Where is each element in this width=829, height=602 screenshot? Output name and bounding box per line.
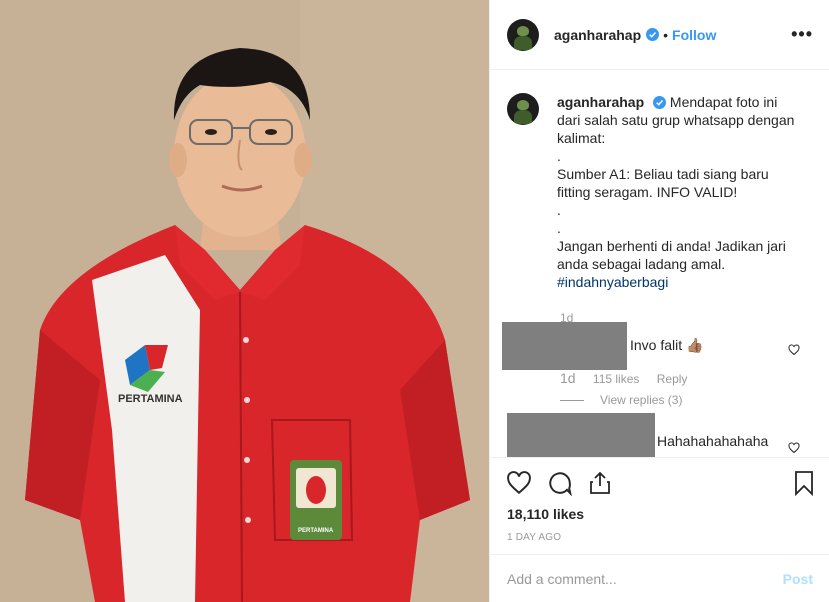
caption-line: .	[557, 148, 561, 164]
post-photo[interactable]: PERTAMINA PERTAMINA	[0, 0, 489, 602]
header-separator: •	[663, 26, 669, 43]
caption-hashtag[interactable]: #indahnyaberbagi	[557, 273, 805, 291]
caption-line: kalimat:	[557, 130, 606, 146]
caption-body: aganharahap Mendapat foto ini dari salah…	[557, 93, 805, 291]
caption-line: dari salah satu grup whatsapp dengan	[557, 112, 795, 128]
comment-meta: 1d 115 likes Reply	[560, 370, 687, 386]
caption-line: Mendapat foto ini	[669, 94, 778, 110]
post-caption: aganharahap Mendapat foto ini dari salah…	[490, 71, 829, 291]
caption-line: fitting seragam. INFO VALID!	[557, 184, 738, 200]
heart-icon[interactable]	[506, 470, 532, 496]
avatar[interactable]	[507, 18, 539, 51]
comment-text: Hahahahahahaha	[657, 433, 769, 449]
add-comment-bar: Post	[490, 554, 829, 602]
shirt-logo-text: PERTAMINA	[118, 393, 183, 405]
caption-line: .	[557, 220, 561, 236]
redacted-avatar-username	[507, 413, 655, 457]
view-replies-label: View replies (3)	[600, 393, 683, 407]
caption-line: Jangan berhenti di anda! Jadikan jari	[557, 238, 786, 254]
comment-like-heart-icon[interactable]	[788, 442, 800, 454]
comment-text: Invo falit 👍🏽	[630, 337, 704, 353]
caption-line: Sumber A1: Beliau tadi siang baru	[557, 166, 769, 182]
post-side-panel: aganharahap • Follow ••• aganharahap Men…	[489, 0, 829, 602]
patch-text: PERTAMINA	[298, 528, 334, 534]
follow-button[interactable]: Follow	[672, 27, 716, 43]
comment-likes[interactable]: 115 likes	[593, 372, 639, 386]
view-replies-dash	[560, 400, 584, 402]
comment-like-heart-icon[interactable]	[788, 344, 800, 356]
verified-badge-icon	[646, 28, 660, 41]
post-date[interactable]: 1 DAY AGO	[507, 532, 561, 543]
action-icons	[506, 470, 815, 498]
comment-icon[interactable]	[547, 470, 573, 496]
verified-badge-icon	[653, 96, 667, 109]
header-username[interactable]: aganharahap	[554, 27, 641, 43]
caption-line: .	[557, 202, 561, 218]
caption-avatar[interactable]	[507, 93, 539, 125]
comment-input[interactable]	[507, 571, 783, 587]
likes-count[interactable]: 18,110 likes	[507, 506, 584, 522]
post-comment-button[interactable]: Post	[783, 571, 813, 587]
redacted-avatar-username	[502, 322, 627, 370]
comment-timestamp[interactable]: 1d	[560, 370, 576, 386]
caption-username[interactable]: aganharahap	[557, 94, 644, 110]
photo-illustration: PERTAMINA PERTAMINA	[0, 0, 489, 602]
bookmark-icon[interactable]	[793, 470, 815, 496]
comment-reply-button[interactable]: Reply	[657, 372, 688, 386]
comments-section[interactable]: aganharahap Mendapat foto ini dari salah…	[490, 71, 829, 457]
view-replies-button[interactable]: View replies (3)	[560, 393, 682, 407]
post-actions: 18,110 likes 1 DAY AGO Post	[490, 457, 829, 602]
more-options-icon[interactable]: •••	[791, 24, 813, 45]
caption-line: anda sebagai ladang amal.	[557, 256, 726, 272]
share-icon[interactable]	[588, 470, 612, 496]
post-header: aganharahap • Follow •••	[490, 0, 829, 70]
